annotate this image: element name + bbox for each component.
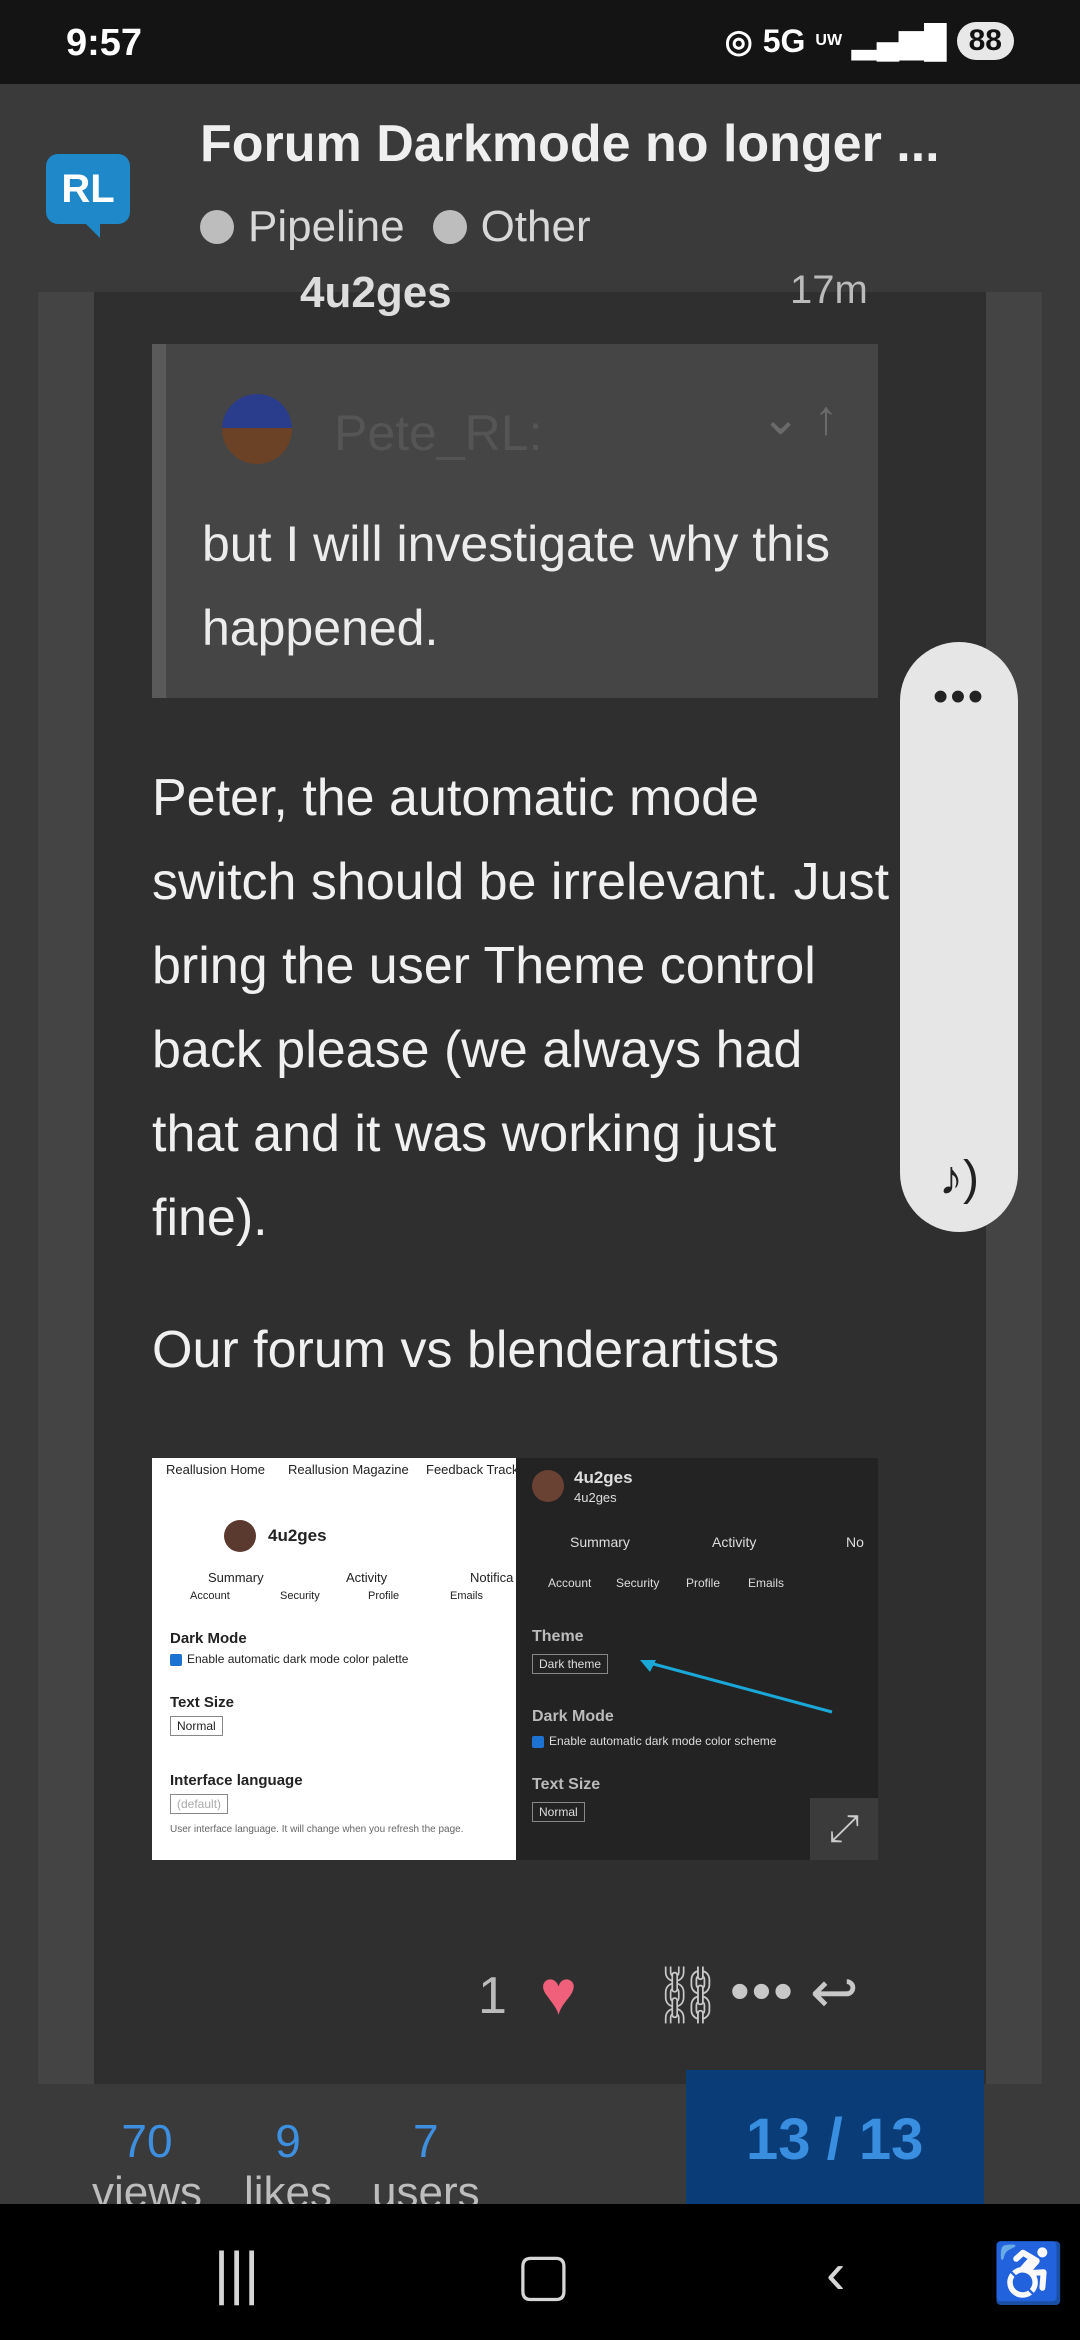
image-dark-theme-label: Theme	[532, 1628, 584, 1645]
image-dark-user: 4u2ges	[574, 1468, 633, 1487]
post-body: Peter, the automatic mode switch should …	[152, 769, 890, 1247]
image-dark-user-sub: 4u2ges	[574, 1490, 617, 1505]
image-lang-help: User interface language. It will change …	[170, 1824, 464, 1835]
post-body-2: Our forum vs blenderartists	[152, 1321, 780, 1379]
logo-tail	[82, 220, 100, 238]
image-avatar	[224, 1520, 256, 1552]
reply-icon[interactable]: ↩	[810, 1958, 859, 2026]
image-darkmode-check: Enable automatic dark mode color palette	[170, 1652, 408, 1666]
status-icons: ◎ 5G UW ▂▄▆█ 88	[725, 22, 1014, 60]
hotspot-icon: ◎	[724, 23, 753, 59]
category-list: Pipeline Other	[200, 202, 591, 252]
image-user: 4u2ges	[268, 1526, 327, 1545]
image-dark-textsize-label: Text Size	[532, 1776, 601, 1793]
category-dot-icon	[200, 210, 234, 244]
battery-badge: 88	[956, 22, 1014, 60]
image-arrow	[640, 1660, 833, 1714]
more-icon[interactable]: •••	[900, 672, 1018, 722]
image-tab-3: Notifica	[470, 1570, 514, 1585]
image-dark-tab-3: No	[846, 1534, 864, 1550]
post-time: 17m	[790, 268, 868, 312]
signal-icon: ▂▄▆█	[852, 23, 947, 59]
image-dark-subtab-2: Security	[616, 1576, 660, 1590]
quote-controls: ⌄ ↑	[760, 390, 838, 446]
category-pipeline[interactable]: Pipeline	[200, 202, 405, 252]
image-nav-2: Reallusion Magazine	[288, 1462, 409, 1477]
image-dark-subtab-4: Emails	[748, 1576, 785, 1590]
stat-likes: 9 likes	[244, 2114, 332, 2218]
audio-icon[interactable]: ♪)	[900, 1151, 1018, 1206]
image-tab-2: Activity	[346, 1570, 388, 1585]
clock: 9:57	[66, 22, 143, 64]
progress-label: 13 / 13	[746, 2107, 924, 2172]
quote-block: Pete_RL: ⌄ ↑ but I will investigate why …	[152, 344, 878, 698]
post-username[interactable]: 4u2ges	[300, 268, 452, 318]
image-lang-select: (default)	[170, 1794, 229, 1814]
image-lang-label: Interface language	[170, 1772, 303, 1789]
image-nav-1: Reallusion Home	[166, 1462, 265, 1477]
image-dark-tab-1: Summary	[570, 1534, 630, 1550]
like-count: 1	[478, 1967, 507, 2025]
post-image[interactable]: Reallusion Home Reallusion Magazine Feed…	[152, 1458, 878, 1860]
image-dark-subtab-1: Account	[548, 1576, 592, 1590]
image-nav-3: Feedback Track	[426, 1462, 519, 1477]
image-subtab-4: Emails	[450, 1590, 484, 1602]
image-light-panel: Reallusion Home Reallusion Magazine Feed…	[152, 1458, 519, 1860]
quote-text: but I will investigate why this happened…	[202, 516, 831, 656]
image-tab-1: Summary	[208, 1570, 264, 1585]
image-dark-darkmode-label: Dark Mode	[532, 1708, 614, 1725]
stat-views: 70 views	[92, 2114, 202, 2218]
category-other[interactable]: Other	[432, 202, 591, 252]
image-dark-subtab-3: Profile	[686, 1576, 721, 1590]
system-nav-bar: ||| ▢ ‹ ♿	[0, 2204, 1080, 2340]
network-label: 5G	[762, 22, 806, 59]
stat-number: 7	[413, 2115, 439, 2167]
category-label: Pipeline	[248, 202, 405, 251]
image-darkmode-label: Dark Mode	[170, 1630, 247, 1647]
image-subtab-2: Security	[280, 1590, 320, 1602]
category-label: Other	[480, 202, 591, 251]
heart-icon[interactable]: ♥	[540, 1958, 577, 2029]
recent-apps-icon[interactable]: |||	[214, 2240, 259, 2307]
topic-progress[interactable]: 13 / 13	[686, 2070, 984, 2210]
image-subtab-3: Profile	[368, 1590, 400, 1602]
link-icon[interactable]: ⛓	[652, 1962, 723, 2028]
image-dark-theme-select: Dark theme	[532, 1654, 609, 1674]
stat-number: 9	[275, 2115, 301, 2167]
quote-author: Pete_RL:	[334, 405, 543, 461]
image-dark-darkmode-check: Enable automatic dark mode color scheme	[532, 1734, 776, 1748]
topic-title[interactable]: Forum Darkmode no longer ...	[200, 114, 940, 174]
image-textsize-select: Normal	[170, 1716, 223, 1736]
image-dark-avatar	[532, 1470, 564, 1502]
image-dark-textsize-select: Normal	[532, 1802, 585, 1822]
site-logo[interactable]: RL	[46, 154, 130, 224]
category-dot-icon	[432, 210, 467, 244]
topic-header: RL Forum Darkmode no longer ... Pipeline…	[0, 84, 1080, 292]
more-actions-icon[interactable]: •••	[730, 1958, 795, 2023]
status-bar: 9:57 ◎ 5G UW ▂▄▆█ 88	[0, 0, 1080, 84]
back-icon[interactable]: ‹	[826, 2240, 845, 2307]
floating-toolbar: ••• ♪)	[900, 642, 1018, 1232]
arrow-up-icon[interactable]: ↑	[814, 392, 838, 445]
quote-avatar[interactable]	[222, 394, 292, 464]
image-subtab-1: Account	[190, 1590, 230, 1602]
stat-number: 70	[121, 2115, 173, 2167]
home-icon[interactable]: ▢	[516, 2240, 571, 2308]
image-textsize-label: Text Size	[170, 1694, 234, 1711]
gutter-left	[38, 292, 94, 2084]
accessibility-icon[interactable]: ♿	[992, 2240, 1064, 2308]
expand-icon[interactable]: ⤢	[810, 1798, 878, 1860]
image-dark-tab-2: Activity	[712, 1534, 757, 1550]
stat-users: 7 users	[372, 2114, 480, 2218]
network-sub-label: UW	[815, 32, 843, 49]
chevron-down-icon[interactable]: ⌄	[760, 392, 800, 445]
